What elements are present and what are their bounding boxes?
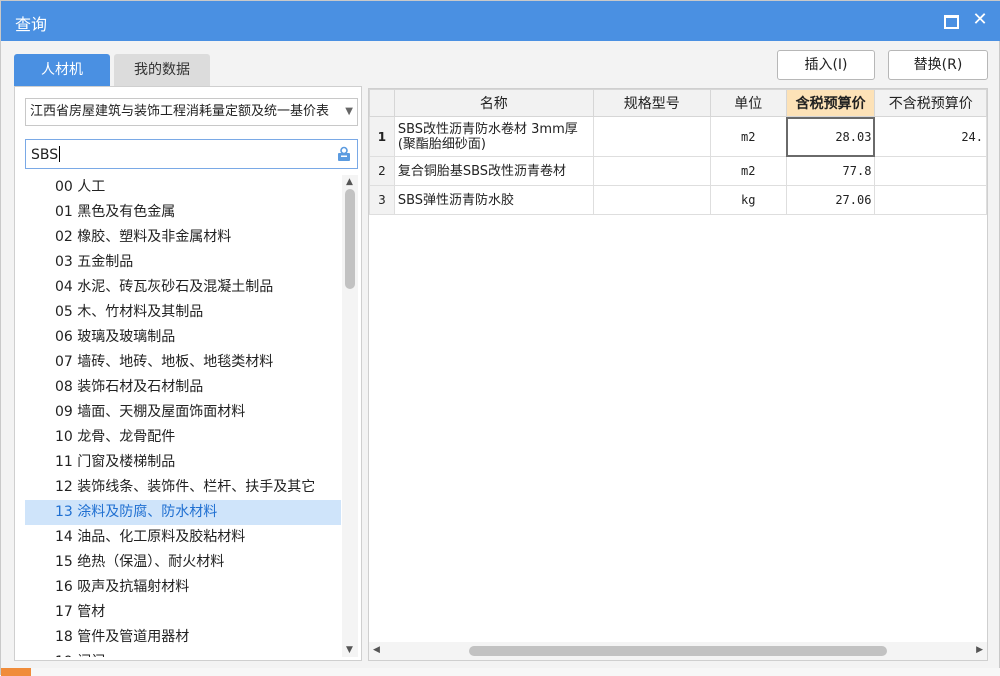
tree-item[interactable]: 16 吸声及抗辐射材料: [25, 575, 341, 600]
quota-library-value: 江西省房屋建筑与装饰工程消耗量定额及统一基价表: [30, 104, 330, 119]
scroll-left-icon[interactable]: ◀: [373, 645, 380, 655]
tree-item[interactable]: 14 油品、化工原料及胶粘材料: [25, 525, 341, 550]
title-bar: 查询 ✕: [1, 1, 1000, 41]
col-header-price-tax[interactable]: 含税预算价: [785, 89, 876, 117]
table-row[interactable]: 2 复合铜胎基SBS改性沥青卷材 m2 77.8: [369, 156, 987, 186]
scrollbar-thumb[interactable]: [469, 646, 887, 656]
table-row[interactable]: 1 SBS改性沥青防水卷材 3mm厚(聚酯胎细砂面) m2 28.03 24.: [369, 116, 987, 157]
scroll-up-icon[interactable]: ▲: [346, 177, 353, 187]
tree-item[interactable]: 12 装饰线条、装饰件、栏杆、扶手及其它: [25, 475, 341, 500]
tree-item[interactable]: 07 墙砖、地砖、地板、地毯类材料: [25, 350, 341, 375]
scroll-down-icon[interactable]: ▼: [346, 645, 353, 655]
table-row[interactable]: 3 SBS弹性沥青防水胶 kg 27.06: [369, 185, 987, 215]
category-panel: 江西省房屋建筑与装饰工程消耗量定额及统一基价表 ▼ SBS 00 人工 01 黑色…: [14, 86, 362, 661]
cell-unit[interactable]: m2: [709, 156, 787, 186]
cell-price-tax[interactable]: 27.06: [785, 185, 876, 215]
table-header-row: 名称 规格型号 单位 含税预算价 不含税预算价: [369, 89, 987, 117]
cell-name[interactable]: 复合铜胎基SBS改性沥青卷材: [393, 156, 594, 186]
tree-item[interactable]: 08 装饰石材及石材制品: [25, 375, 341, 400]
tree-item[interactable]: 00 人工: [25, 175, 341, 200]
scrollbar-thumb[interactable]: [345, 189, 355, 289]
row-number[interactable]: 2: [369, 156, 395, 186]
tree-item[interactable]: 11 门窗及楼梯制品: [25, 450, 341, 475]
maximize-icon[interactable]: [939, 9, 961, 31]
tree-item[interactable]: 19 阀门: [25, 650, 341, 657]
tree-item[interactable]: 10 龙骨、龙骨配件: [25, 425, 341, 450]
cell-spec[interactable]: [592, 156, 711, 186]
replace-button[interactable]: 替换(R): [888, 50, 988, 80]
category-tree: 00 人工 01 黑色及有色金属 02 橡胶、塑料及非金属材料 03 五金制品 04 水…: [25, 175, 341, 657]
row-number[interactable]: 3: [369, 185, 395, 215]
tree-item[interactable]: 18 管件及管道用器材: [25, 625, 341, 650]
tab-my-data[interactable]: 我的数据: [114, 54, 210, 86]
tree-item[interactable]: 13 涂料及防腐、防水材料: [25, 500, 341, 525]
row-number[interactable]: 1: [369, 116, 395, 157]
tab-labor-material-machine[interactable]: 人材机: [14, 54, 110, 86]
col-header-spec[interactable]: 规格型号: [592, 89, 711, 117]
col-header-unit[interactable]: 单位: [709, 89, 787, 117]
search-input[interactable]: SBS: [25, 139, 358, 169]
tree-item[interactable]: 04 水泥、砖瓦灰砂石及混凝土制品: [25, 275, 341, 300]
cell-spec[interactable]: [592, 185, 711, 215]
tree-item[interactable]: 03 五金制品: [25, 250, 341, 275]
search-icon[interactable]: [336, 146, 352, 162]
cell-price-notax[interactable]: 24.: [874, 116, 987, 157]
cell-price-tax[interactable]: 28.03: [785, 116, 876, 157]
cell-spec[interactable]: [592, 116, 711, 157]
cell-unit[interactable]: kg: [709, 185, 787, 215]
tree-item[interactable]: 05 木、竹材料及其制品: [25, 300, 341, 325]
close-icon[interactable]: ✕: [969, 9, 991, 31]
tree-item[interactable]: 15 绝热（保温）、耐火材料: [25, 550, 341, 575]
cell-price-tax[interactable]: 77.8: [785, 156, 876, 186]
tree-item[interactable]: 02 橡胶、塑料及非金属材料: [25, 225, 341, 250]
tree-item[interactable]: 06 玻璃及玻璃制品: [25, 325, 341, 350]
cell-price-notax[interactable]: [874, 156, 987, 186]
tree-item[interactable]: 01 黑色及有色金属: [25, 200, 341, 225]
cell-name[interactable]: SBS弹性沥青防水胶: [393, 185, 594, 215]
cell-unit[interactable]: m2: [709, 116, 787, 157]
tree-item[interactable]: 09 墙面、天棚及屋面饰面材料: [25, 400, 341, 425]
tree-vertical-scrollbar[interactable]: ▲ ▼: [342, 175, 358, 657]
quota-library-select[interactable]: 江西省房屋建筑与装饰工程消耗量定额及统一基价表 ▼: [25, 98, 358, 126]
col-header-price-notax[interactable]: 不含税预算价: [874, 89, 987, 117]
query-dialog: 查询 ✕ 人材机 我的数据 插入(I) 替换(R) 江西省房屋建筑与装饰工程消耗…: [0, 0, 1000, 676]
cell-name[interactable]: SBS改性沥青防水卷材 3mm厚(聚酯胎细砂面): [393, 116, 594, 157]
window-title: 查询: [15, 15, 48, 34]
material-table: 名称 规格型号 单位 含税预算价 不含税预算价 1 SBS改性沥青防水卷材 3mm…: [369, 89, 987, 215]
grid-horizontal-scrollbar[interactable]: ◀ ▶: [369, 642, 987, 660]
col-header-name[interactable]: 名称: [393, 89, 594, 117]
tree-item[interactable]: 17 管材: [25, 600, 341, 625]
search-input-value: SBS: [31, 146, 61, 163]
col-header-rownum: [369, 89, 395, 117]
material-grid: 名称 规格型号 单位 含税预算价 不含税预算价 1 SBS改性沥青防水卷材 3mm…: [368, 88, 988, 661]
insert-button[interactable]: 插入(I): [777, 50, 875, 80]
cell-price-notax[interactable]: [874, 185, 987, 215]
chevron-down-icon[interactable]: ▼: [345, 99, 353, 125]
scroll-right-icon[interactable]: ▶: [976, 645, 983, 655]
